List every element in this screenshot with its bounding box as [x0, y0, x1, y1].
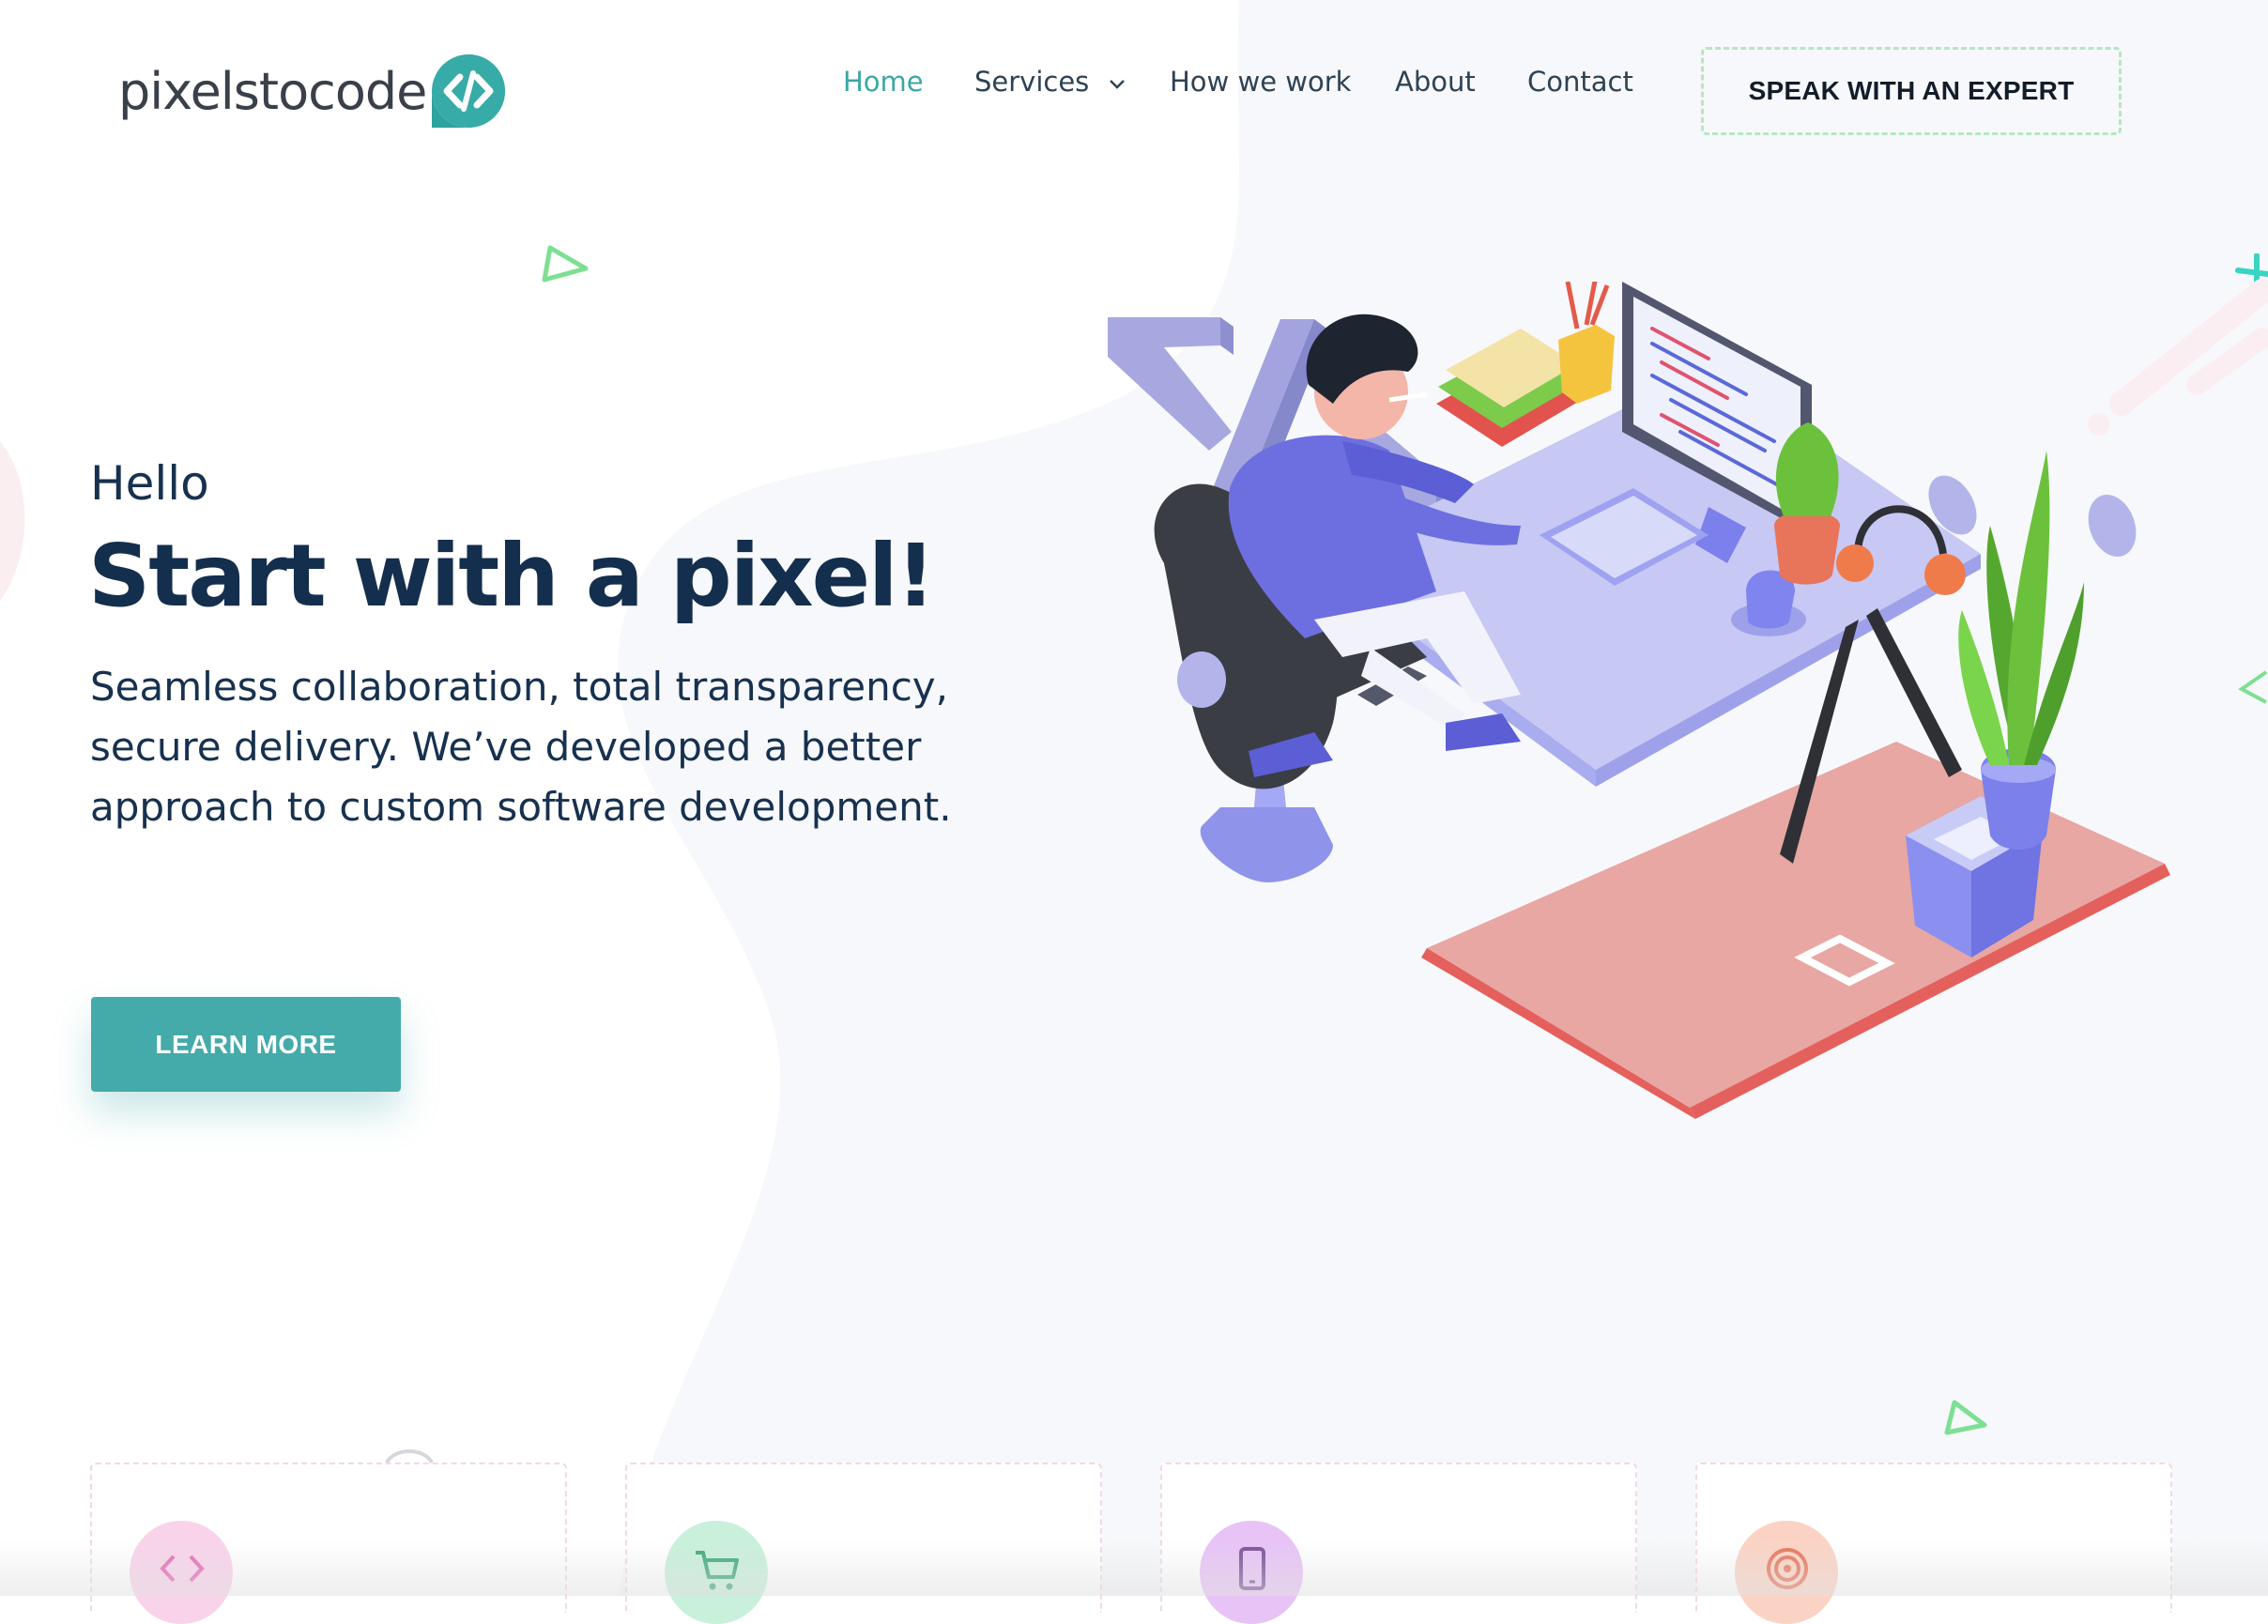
brand-logo[interactable]: pixelstocode [118, 53, 507, 130]
hero-greeting: Hello [90, 456, 209, 511]
nav-contact[interactable]: Contact [1527, 66, 1633, 98]
nav-services[interactable]: Services [974, 66, 1126, 98]
nav-how-we-work[interactable]: How we work [1170, 66, 1351, 98]
nav-about[interactable]: About [1395, 66, 1476, 98]
hero-subtitle-line: Seamless collaboration, total transparen… [90, 664, 949, 710]
bottom-fade [0, 1540, 2268, 1596]
hero-title: Start with a pixel! [88, 526, 935, 626]
speak-with-expert-button[interactable]: SPEAK WITH AN EXPERT [1701, 47, 2122, 135]
brand-name: pixelstocode [118, 61, 427, 121]
triangle-outline-icon [1944, 1400, 1987, 1435]
hero-subtitle-line: approach to custom software development. [90, 784, 952, 830]
learn-more-button[interactable]: LEARN MORE [91, 997, 401, 1092]
hero-subtitle-line: secure delivery. We’ve developed a bette… [90, 724, 922, 770]
triangle-outline-icon [542, 245, 589, 283]
developer-illustration [1108, 282, 2170, 1119]
arc-decoration [385, 1449, 434, 1464]
nav-services-label: Services [974, 66, 1090, 98]
hero-subtitle: Seamless collaboration, total transparen… [90, 657, 991, 837]
code-badge-icon [432, 54, 506, 128]
nav-home[interactable]: Home [843, 66, 924, 98]
chevron-down-icon [1109, 80, 1125, 89]
